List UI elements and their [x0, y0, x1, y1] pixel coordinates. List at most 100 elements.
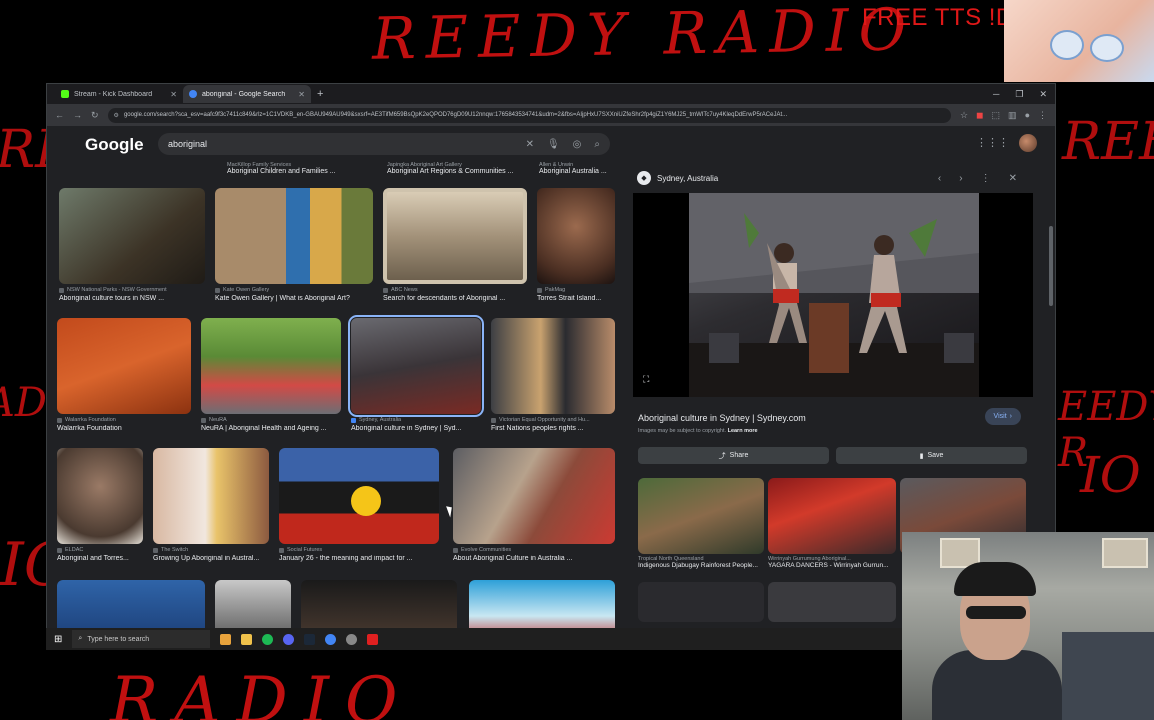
tab-google-search[interactable]: aboriginal - Google Search ✕: [183, 85, 311, 103]
address-bar[interactable]: ⚙ google.com/search?sca_esv=aafc9f3c7411…: [107, 107, 951, 123]
related-image[interactable]: Wirrinyah Gurrumung Aboriginal... YAGARA…: [768, 478, 896, 569]
scrollbar[interactable]: [1049, 226, 1053, 306]
related-thumbnail[interactable]: [638, 582, 764, 622]
site-favicon-icon: [57, 547, 62, 553]
top-result-3[interactable]: Allen & Unwin Aboriginal Australia ...: [539, 162, 607, 175]
related-image[interactable]: [638, 582, 764, 622]
result-thumbnail[interactable]: [491, 318, 615, 414]
image-result[interactable]: Social Futures January 26 - the meaning …: [279, 448, 439, 562]
image-result[interactable]: PakMag Torres Strait Island...: [537, 188, 615, 302]
result-thumbnail[interactable]: [57, 448, 143, 544]
related-image[interactable]: [768, 582, 896, 622]
anime-avatar-art: [1004, 0, 1154, 82]
taskbar-search-input[interactable]: ⌕ Type here to search: [72, 630, 211, 648]
image-result[interactable]: Walarrka Foundation Walarrka Foundation: [57, 318, 191, 432]
result-title: Growing Up Aboriginal in Austral...: [153, 555, 260, 562]
discord-icon[interactable]: [283, 633, 295, 645]
minimize-icon[interactable]: ─: [993, 89, 999, 100]
image-result[interactable]: ELDAC Aboriginal and Torres...: [57, 448, 143, 562]
menu-kebab-icon[interactable]: ⋮: [1038, 110, 1047, 121]
tab-kick-dashboard[interactable]: Stream - Kick Dashboard ✕: [55, 85, 183, 103]
file-explorer-icon[interactable]: [241, 633, 253, 645]
preview-image[interactable]: [689, 193, 979, 397]
result-thumbnail[interactable]: [537, 188, 615, 284]
result-thumbnail[interactable]: [59, 188, 205, 284]
image-result[interactable]: NSW National Parks - NSW Government Abor…: [59, 188, 205, 302]
windows-start-icon[interactable]: ⊞: [54, 634, 62, 645]
result-thumbnail[interactable]: [215, 188, 373, 284]
bookmark-star-icon[interactable]: ☆: [960, 110, 968, 121]
search-icon[interactable]: ⌕: [594, 139, 600, 150]
result-source: Victorian Equal Opportunity and Hu...: [499, 417, 590, 423]
youtube-icon[interactable]: [367, 633, 379, 645]
top-result-2[interactable]: Japingka Aboriginal Art Gallery Aborigin…: [387, 162, 513, 175]
lens-icon[interactable]: ⛶: [643, 374, 649, 385]
visit-button[interactable]: Visit ›: [984, 408, 1021, 425]
back-icon[interactable]: ←: [55, 110, 64, 120]
clear-search-icon[interactable]: ✕: [526, 139, 534, 150]
result-thumbnail[interactable]: [153, 448, 269, 544]
top-result-1[interactable]: MacKillop Family Services Aboriginal Chi…: [227, 162, 336, 175]
result-thumbnail[interactable]: [57, 318, 191, 414]
maximize-icon[interactable]: ❐: [1015, 89, 1023, 100]
related-title: YAGARA DANCERS - Wirrinyah Gurrun...: [768, 562, 889, 569]
spotify-icon[interactable]: [262, 633, 274, 645]
forward-icon[interactable]: →: [73, 110, 82, 120]
learn-more-link[interactable]: Learn more: [728, 428, 758, 434]
window-controls: ─ ❐ ✕: [993, 89, 1055, 100]
image-result[interactable]: ABC News Search for descendants of Abori…: [383, 188, 527, 302]
close-window-icon[interactable]: ✕: [1039, 89, 1047, 100]
close-tab-icon[interactable]: ✕: [170, 90, 177, 99]
extensions-puzzle-icon[interactable]: ⬚: [992, 110, 1001, 121]
result-thumbnail[interactable]: [453, 448, 615, 544]
preview-site-name[interactable]: Sydney, Australia: [657, 174, 718, 183]
bookmark-icon: ▮: [919, 452, 924, 460]
search-input[interactable]: aboriginal ✕ 🎙 ◎ ⌕: [158, 133, 610, 155]
result-thumbnail[interactable]: [348, 315, 484, 417]
site-info-icon[interactable]: ⚙: [114, 112, 119, 119]
site-logo-icon: ◆: [637, 171, 651, 185]
image-result[interactable]: NeuRA NeuRA | Aboriginal Health and Agei…: [201, 318, 341, 432]
extension-icon[interactable]: ◼: [976, 110, 983, 121]
lens-search-icon[interactable]: ◎: [573, 139, 582, 150]
save-button[interactable]: ▮ Save: [836, 447, 1027, 464]
tab-bar: Stream - Kick Dashboard ✕ aboriginal - G…: [47, 84, 1055, 104]
app-icon[interactable]: [346, 633, 358, 645]
image-result-selected[interactable]: Sydney, Australia Aboriginal culture in …: [348, 315, 484, 432]
result-thumbnail[interactable]: [279, 448, 439, 544]
voice-search-icon[interactable]: 🎙: [547, 139, 560, 150]
related-thumbnail[interactable]: [638, 478, 764, 554]
reload-icon[interactable]: ↻: [91, 110, 99, 121]
account-avatar[interactable]: [1019, 134, 1037, 152]
related-thumbnail[interactable]: [768, 582, 896, 622]
related-thumbnail[interactable]: [768, 478, 896, 554]
result-thumbnail[interactable]: [383, 188, 527, 284]
share-icon: ⤴: [718, 452, 726, 460]
sidepanel-icon[interactable]: ▥: [1008, 110, 1017, 121]
previous-image-icon[interactable]: ‹: [938, 173, 941, 184]
preview-title[interactable]: Aboriginal culture in Sydney | Sydney.co…: [638, 413, 806, 423]
close-tab-icon[interactable]: ✕: [298, 90, 305, 99]
share-button[interactable]: ⤴ Share: [638, 447, 829, 464]
new-tab-icon[interactable]: +: [317, 88, 323, 100]
close-preview-icon[interactable]: ✕: [1009, 173, 1017, 184]
google-logo[interactable]: Google: [85, 135, 144, 155]
image-result[interactable]: Evolve Communities About Aboriginal Cult…: [453, 448, 615, 562]
chrome-taskbar-icon[interactable]: [220, 633, 232, 645]
wall-poster: [1102, 538, 1148, 568]
chrome-active-icon[interactable]: [325, 633, 337, 645]
copyright-note: Images may be subject to copyright. Lear…: [638, 428, 758, 434]
result-thumbnail[interactable]: [201, 318, 341, 414]
steam-icon[interactable]: [304, 633, 316, 645]
profile-icon[interactable]: ●: [1025, 110, 1030, 121]
google-apps-icon[interactable]: ⋮⋮⋮: [976, 136, 1009, 149]
more-options-icon[interactable]: ⋮: [981, 173, 991, 184]
image-result[interactable]: Victorian Equal Opportunity and Hu... Fi…: [491, 318, 615, 432]
image-result[interactable]: Kate Owen Gallery Kate Owen Gallery | Wh…: [215, 188, 373, 302]
related-image[interactable]: Tropical North Queensland Indigenous Dja…: [638, 478, 764, 569]
next-image-icon[interactable]: ›: [959, 173, 962, 184]
result-title: Aboriginal Art Regions & Communities ...: [387, 168, 514, 175]
google-favicon-icon: [189, 90, 197, 98]
site-favicon-icon: [491, 417, 496, 423]
image-result[interactable]: The Switch Growing Up Aboriginal in Aust…: [153, 448, 269, 562]
